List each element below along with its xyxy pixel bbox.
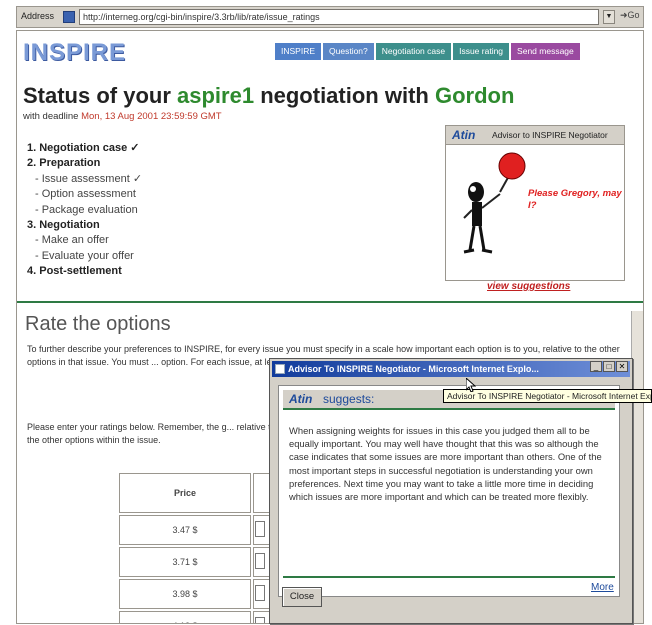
nav-tab-issue-rating[interactable]: Issue rating (453, 43, 510, 60)
nav-tab-negotiation-case[interactable]: Negotiation case (375, 43, 452, 60)
popup-brand: Atin (289, 392, 313, 406)
deadline: with deadline Mon, 13 Aug 2001 23:59:59 … (23, 111, 222, 122)
table-row: 3.98 $ (119, 579, 270, 609)
rating-cell (253, 515, 270, 545)
nav-tab-question[interactable]: Question? (323, 43, 374, 60)
deadline-prefix: with deadline (23, 111, 82, 122)
ie-icon (275, 364, 285, 374)
partner-name: Gordon (434, 83, 515, 108)
advisor-figure-icon (463, 152, 526, 254)
url-dropdown-button[interactable]: ▼ (603, 10, 615, 24)
page-title: Status of your aspire1 negotiation with … (23, 83, 514, 109)
case-name: aspire1 (177, 83, 255, 108)
nav-tabs: INSPIRE Question? Negotiation case Issue ra… (275, 43, 580, 60)
step-item: - Make an offer (35, 234, 109, 247)
advisor-heading: Advisor to INSPIRE Negotiator (492, 130, 608, 140)
advisor-brand: Atin (452, 128, 476, 142)
table-row: 3.71 $ (119, 547, 270, 577)
rating-input[interactable] (255, 521, 265, 537)
title-middle: negotiation with (254, 83, 435, 108)
advisor-panel: Atin Advisor to INSPIRE Negotiator Pleas… (445, 125, 625, 281)
close-button[interactable]: Close (282, 587, 322, 607)
popup-window-controls: _ □ ✕ (590, 361, 628, 372)
advisor-header: Atin Advisor to INSPIRE Negotiator (446, 126, 624, 145)
price-option: 3.47 $ (119, 515, 251, 545)
table-row: 4.12 $ (119, 611, 270, 623)
step-item: 4. Post-settlement (27, 265, 122, 278)
step-item: - Package evaluation (35, 203, 138, 216)
go-button[interactable]: ➜Go (620, 10, 640, 21)
step-item: - Issue assessment ✓ (35, 172, 143, 185)
popup-divider (283, 576, 615, 578)
address-bar: Address http://interneg.org/cgi-bin/insp… (16, 6, 644, 28)
step-item: 3. Negotiation (27, 219, 100, 232)
title-prefix: Status of your (23, 83, 178, 108)
rating-cell (253, 611, 270, 623)
price-option: 4.12 $ (119, 611, 251, 623)
popup-titlebar[interactable]: Advisor To INSPIRE Negotiator - Microsof… (272, 361, 630, 377)
suggestion-text: When assigning weights for issues in thi… (289, 425, 602, 503)
rating-input[interactable] (255, 553, 265, 569)
popup-suggests: suggests: (323, 392, 375, 406)
maximize-button[interactable]: □ (603, 361, 615, 372)
price-option: 3.98 $ (119, 579, 251, 609)
rating-header (253, 473, 270, 513)
rating-cell (253, 547, 270, 577)
table-row: 3.47 $ (119, 515, 270, 545)
rating-cell (253, 579, 270, 609)
inspire-logo: INSPIRE (23, 39, 127, 66)
go-arrow-icon: ➜ (620, 10, 628, 20)
nav-tab-inspire[interactable]: INSPIRE (275, 43, 322, 60)
step-item: - Option assessment (35, 188, 136, 201)
page-icon (63, 11, 75, 23)
rating-input[interactable] (255, 617, 265, 623)
address-label: Address (21, 11, 55, 21)
step-item: 1. Negotiation case ✓ (27, 142, 140, 154)
go-label: Go (627, 10, 640, 20)
popup-title: Advisor To INSPIRE Negotiator - Microsof… (288, 364, 539, 374)
popup-content: Atin suggests: When assigning weights fo… (278, 385, 620, 597)
advisor-message: Please Gregory, may I? (528, 188, 622, 211)
deadline-date: Mon, 13 Aug 2001 23:59:59 GMT (81, 111, 222, 122)
price-header: Price (119, 473, 251, 513)
price-rating-table: Price 3.47 $3.71 $3.98 $ 4.12 $ (117, 471, 272, 623)
step-item: 2. Preparation (27, 157, 101, 170)
minimize-button[interactable]: _ (590, 361, 602, 372)
mouse-cursor-icon (466, 378, 476, 392)
rate-options-heading: Rate the options (25, 313, 171, 335)
view-suggestions-link[interactable]: view suggestions (487, 281, 570, 292)
close-window-button[interactable]: ✕ (616, 361, 628, 372)
more-link[interactable]: More (591, 582, 614, 593)
progress-steps: 1. Negotiation case ✓ 2. Preparation - Iss… (27, 141, 142, 280)
rate-instructions-2: Please enter your ratings below. Remembe… (27, 422, 276, 445)
nav-tab-send-message[interactable]: Send message (511, 43, 580, 60)
divider (17, 301, 643, 303)
url-input[interactable]: http://interneg.org/cgi-bin/inspire/3.3r… (79, 9, 599, 25)
rating-input[interactable] (255, 585, 265, 601)
step-item: - Evaluate your offer (35, 249, 134, 262)
price-option: 3.71 $ (119, 547, 251, 577)
